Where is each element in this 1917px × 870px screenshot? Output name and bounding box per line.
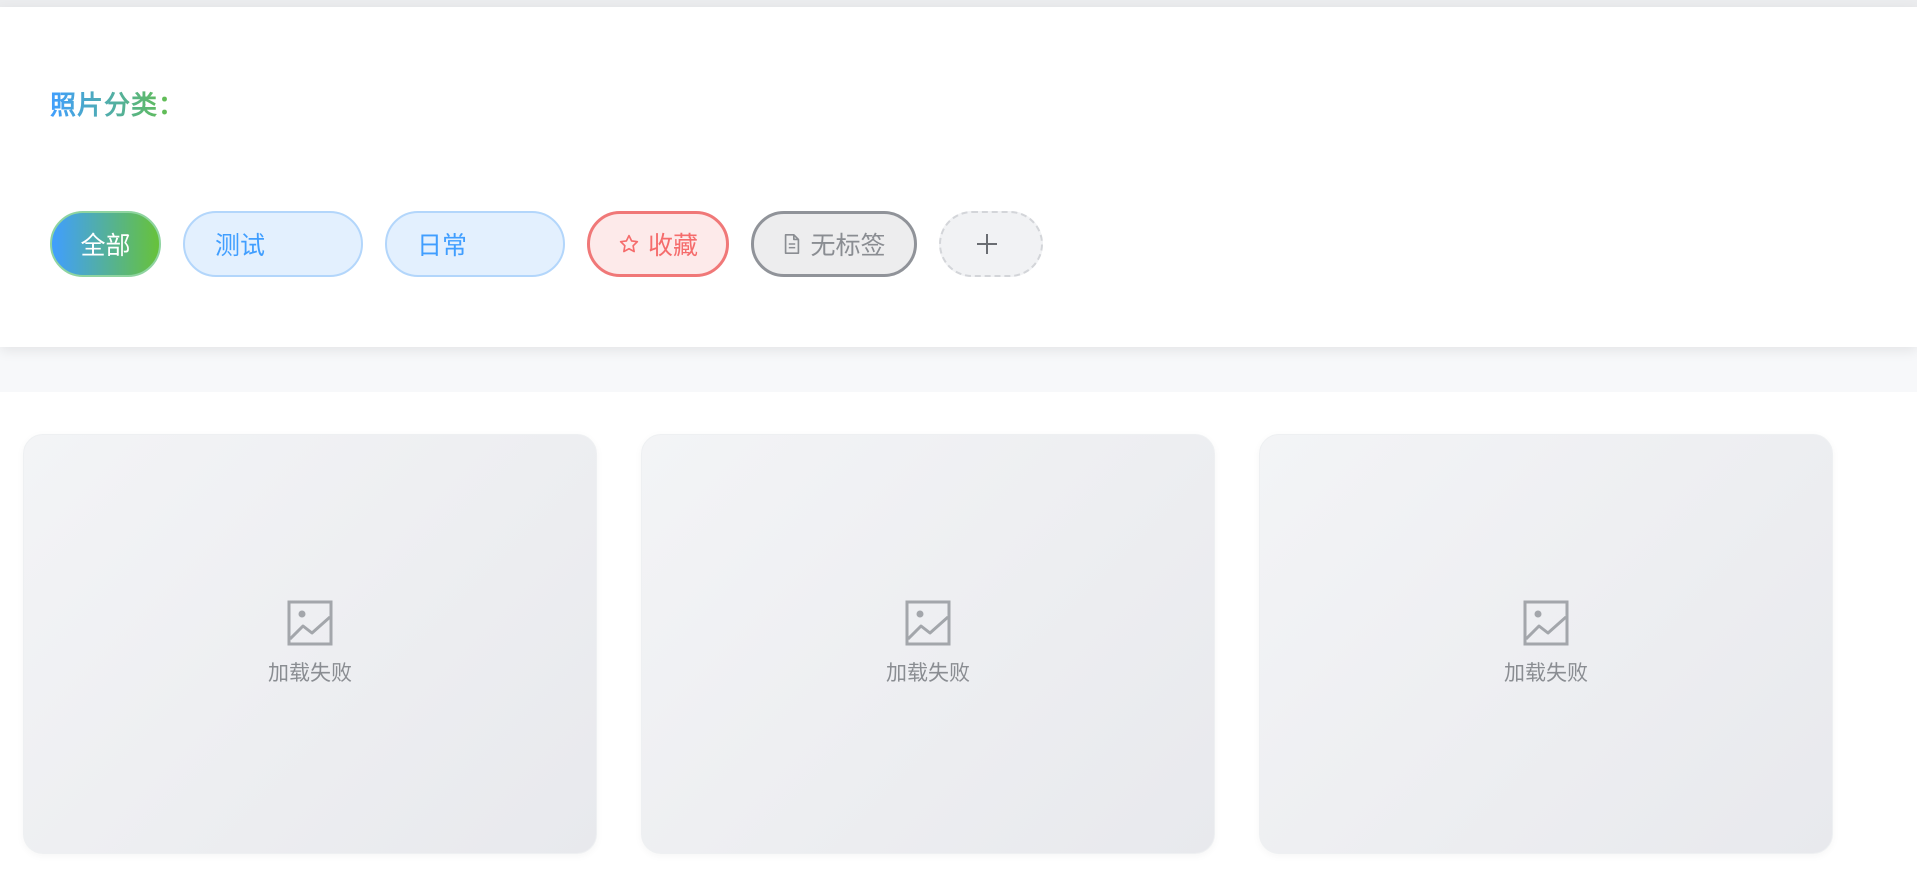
load-failed-text: 加载失败 — [268, 661, 352, 685]
document-icon — [785, 234, 800, 254]
tag-favorite[interactable]: 收藏 — [587, 211, 729, 277]
image-icon — [1523, 600, 1569, 646]
photo-card[interactable]: 加载失败 — [1259, 434, 1833, 854]
tag-untagged[interactable]: 无标签 — [751, 211, 917, 277]
tag-test-label: 测试 — [215, 231, 266, 260]
tag-daily[interactable]: 日常 — [385, 211, 565, 277]
photo-card[interactable]: 加载失败 — [23, 434, 597, 854]
tag-test[interactable]: 测试 — [183, 211, 363, 277]
image-icon — [905, 600, 951, 646]
load-failed-text: 加载失败 — [1504, 661, 1588, 685]
tag-favorite-label: 收藏 — [647, 231, 698, 260]
image-icon — [287, 600, 333, 646]
category-panel: 照片分类： 全部 测试 日常 收藏 无标签 — [0, 7, 1917, 347]
page-title: 照片分类： — [50, 85, 185, 122]
tag-daily-label: 日常 — [417, 231, 468, 260]
plus-icon — [977, 234, 997, 254]
photo-card[interactable]: 加载失败 — [641, 434, 1215, 854]
tag-all[interactable]: 全部 — [50, 211, 161, 277]
add-tag-button[interactable] — [939, 211, 1043, 277]
tag-all-label: 全部 — [80, 231, 131, 260]
top-border — [0, 0, 1917, 7]
tag-untagged-label: 无标签 — [810, 231, 886, 260]
load-failed-text: 加载失败 — [886, 661, 970, 685]
star-icon — [619, 234, 639, 253]
photo-gallery: 加载失败 加载失败 加载失败 — [0, 392, 1917, 870]
tag-list: 全部 测试 日常 收藏 无标签 — [50, 211, 1065, 277]
